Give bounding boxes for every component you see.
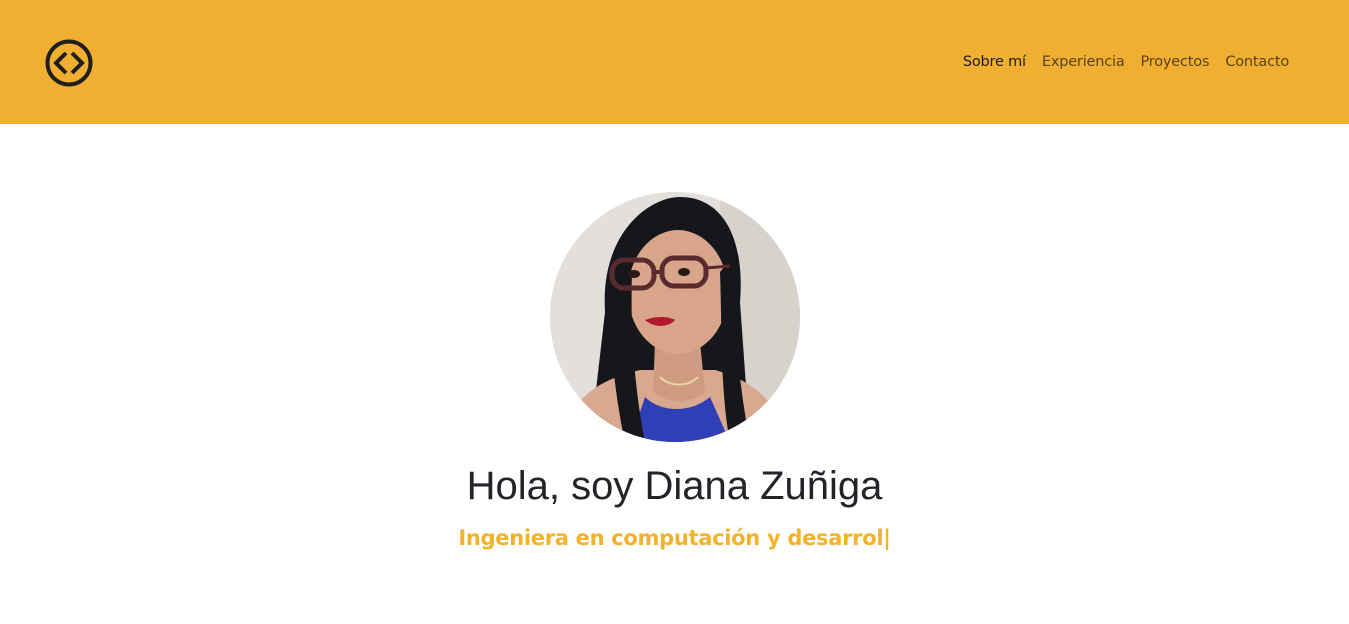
hero-subtitle: Ingeniera en computación y desarrol|: [458, 526, 891, 550]
nav-menu: Sobre mí Experiencia Proyectos Contacto: [955, 51, 1297, 73]
nav-link-proyectos[interactable]: Proyectos: [1133, 51, 1218, 73]
nav-link-experiencia[interactable]: Experiencia: [1034, 51, 1133, 73]
nav-link-sobre-mi[interactable]: Sobre mí: [955, 51, 1034, 73]
nav-link-contacto[interactable]: Contacto: [1217, 51, 1297, 73]
hero-title: Hola, soy Diana Zuñiga: [466, 464, 883, 508]
navbar: Sobre mí Experiencia Proyectos Contacto: [0, 0, 1349, 124]
code-brackets-icon[interactable]: [44, 38, 94, 88]
profile-avatar: [550, 192, 800, 442]
